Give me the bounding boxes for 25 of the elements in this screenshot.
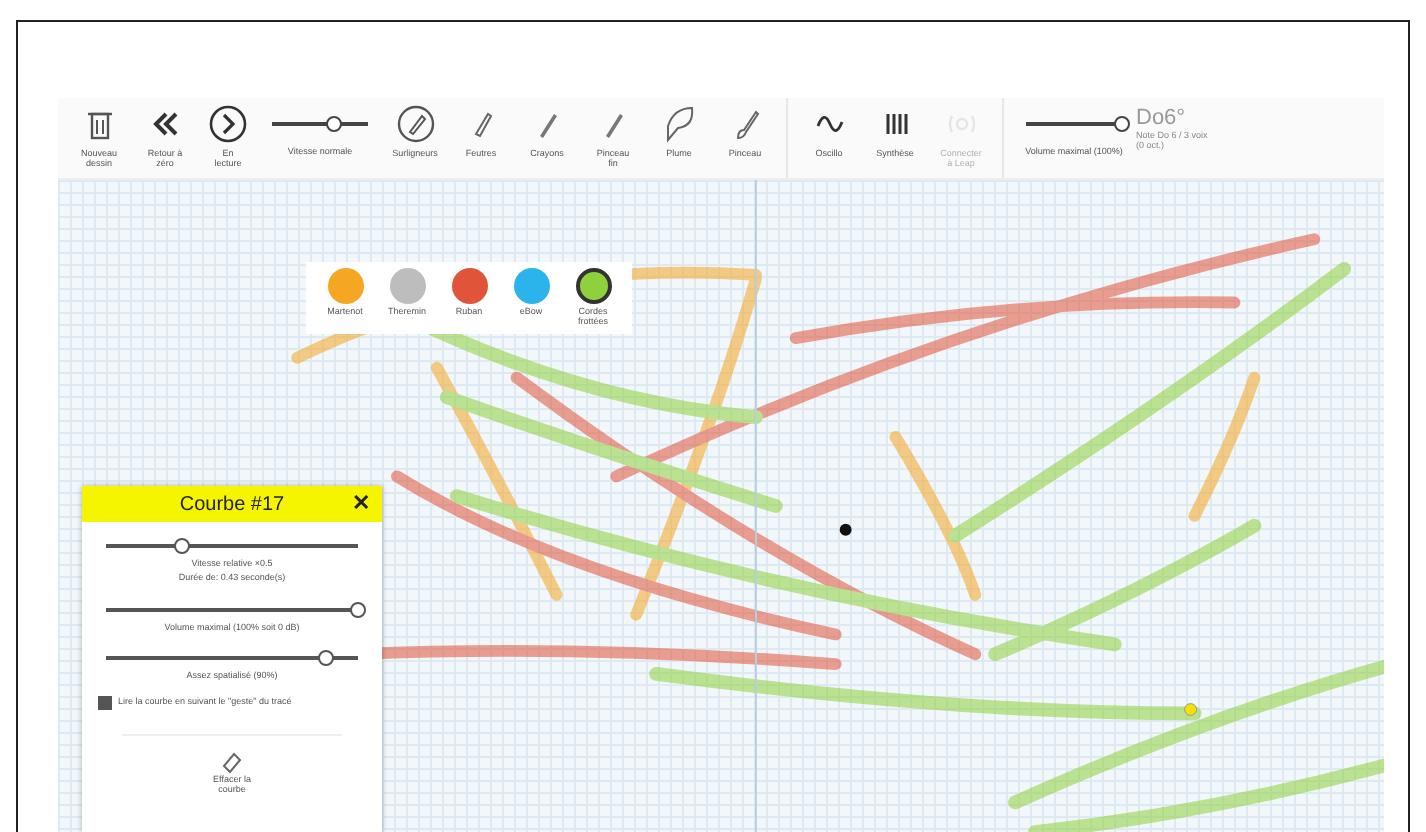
curve-stroke[interactable] (789, 296, 1241, 344)
close-button[interactable]: ✕ (352, 490, 370, 516)
slider-thumb[interactable] (173, 538, 190, 554)
curve-stroke[interactable] (948, 261, 1352, 543)
curve-stroke[interactable] (610, 233, 1321, 483)
eraser-icon (220, 750, 244, 774)
curve-stroke[interactable] (889, 430, 982, 601)
playhead-dot (839, 523, 852, 536)
slider-track[interactable] (106, 656, 358, 661)
curve-stroke[interactable] (1188, 371, 1261, 522)
panel-title: Courbe #17 (179, 493, 285, 515)
highlighter-icon (395, 104, 435, 144)
checkbox[interactable] (98, 696, 112, 710)
curve-stroke[interactable] (510, 371, 982, 661)
curve-stroke[interactable] (391, 470, 842, 641)
curve-stroke[interactable] (449, 489, 1122, 652)
slider-thumb[interactable] (326, 116, 343, 132)
curve-stroke[interactable] (430, 361, 563, 601)
slider-thumb[interactable] (317, 650, 334, 667)
play-icon (208, 104, 248, 144)
curve-point[interactable] (1184, 703, 1198, 716)
note-label: Do6° (1136, 106, 1188, 130)
slider-thumb[interactable] (350, 601, 366, 617)
slider-thumb[interactable] (1114, 116, 1130, 132)
curve-stroke[interactable] (439, 390, 783, 513)
